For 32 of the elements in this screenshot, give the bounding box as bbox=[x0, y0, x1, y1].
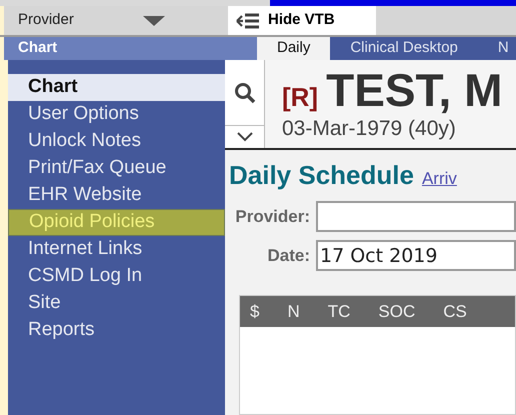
sidebar-item[interactable]: Unlock Notes bbox=[8, 128, 225, 155]
arrivals-link[interactable]: Arriv bbox=[422, 166, 457, 192]
search-icon bbox=[234, 82, 256, 104]
sidebar-item[interactable]: EHR Website bbox=[8, 182, 225, 209]
sidebar-item[interactable]: User Options bbox=[8, 101, 225, 128]
column-header[interactable]: CS bbox=[443, 298, 467, 324]
dropdown-caret-icon bbox=[143, 16, 165, 26]
sidebar-item[interactable]: Site bbox=[8, 290, 225, 317]
sidebar-item[interactable]: Internet Links bbox=[8, 236, 225, 263]
tab[interactable]: Daily bbox=[257, 37, 330, 60]
field-label: Date: bbox=[266, 244, 310, 267]
column-header[interactable]: $ bbox=[250, 298, 260, 324]
sidebar-item[interactable]: CSMD Log In bbox=[8, 263, 225, 290]
patient-name: TEST, M bbox=[326, 64, 502, 116]
collapse-arrow-icon bbox=[236, 12, 260, 30]
column-header[interactable]: N bbox=[287, 298, 300, 324]
input-field[interactable] bbox=[316, 201, 516, 232]
sidebar-item[interactable]: Reports bbox=[8, 317, 225, 344]
patient-details: 03-Mar-1979 (40y) bbox=[282, 116, 457, 142]
column-header[interactable]: SOC bbox=[378, 298, 416, 324]
tab[interactable]: Clinical Desktop bbox=[330, 37, 478, 60]
chevron-down-icon bbox=[236, 132, 252, 142]
tab[interactable]: N bbox=[478, 37, 516, 60]
field-label: Provider: bbox=[234, 206, 310, 228]
sidebar-item[interactable]: Chart bbox=[8, 74, 225, 101]
record-code-label: [R] bbox=[282, 81, 318, 114]
sidebar-item[interactable]: Print/Fax Queue bbox=[8, 155, 225, 182]
sidebar-title: Chart bbox=[18, 38, 58, 58]
column-header[interactable]: TC bbox=[328, 298, 350, 324]
input-field[interactable]: 17 Oct 2019 bbox=[316, 240, 516, 271]
schedule-title: Daily Schedule bbox=[229, 159, 414, 192]
hide-vtb-button[interactable]: Hide VTB bbox=[228, 6, 376, 35]
